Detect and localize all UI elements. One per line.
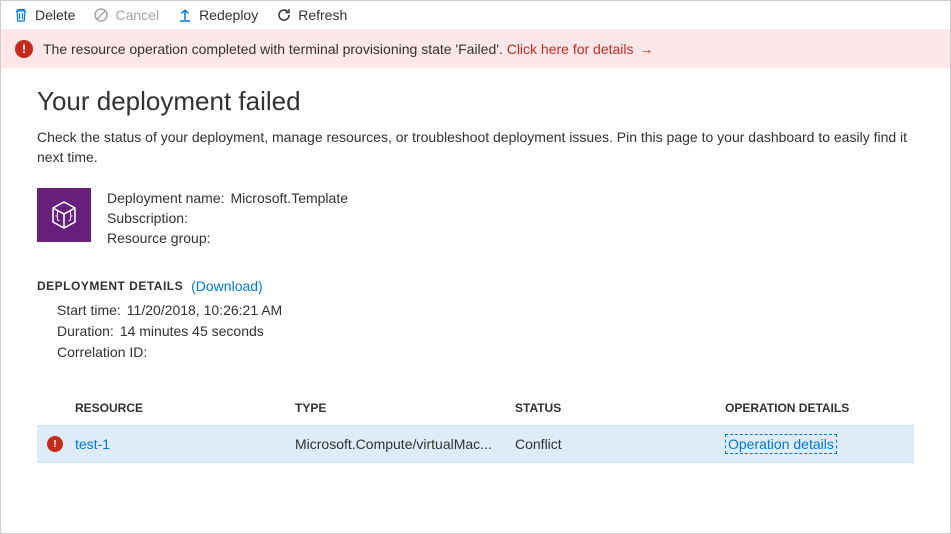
col-type-header: TYPE	[295, 401, 515, 415]
deployment-meta: { } Deployment name: Microsoft.Template …	[37, 188, 914, 249]
refresh-icon	[276, 7, 292, 23]
row-error-icon: !	[47, 436, 63, 452]
refresh-label: Refresh	[298, 7, 347, 23]
redeploy-icon	[177, 7, 193, 23]
start-time-value: 11/20/2018, 10:26:21 AM	[127, 300, 282, 321]
table-row[interactable]: ! test-1 Microsoft.Compute/virtualMac...…	[37, 425, 914, 463]
alert-details-link[interactable]: Click here for details	[507, 41, 634, 57]
delete-label: Delete	[35, 7, 75, 23]
resources-table: RESOURCE TYPE STATUS OPERATION DETAILS !…	[37, 393, 914, 463]
col-opdetails-header: OPERATION DETAILS	[725, 401, 914, 415]
deployment-details-heading: DEPLOYMENT DETAILS	[37, 279, 183, 293]
redeploy-label: Redeploy	[199, 7, 258, 23]
alert-error-icon: !	[15, 40, 33, 58]
duration-value: 14 minutes 45 seconds	[120, 321, 264, 342]
template-cube-icon: { }	[37, 188, 91, 242]
start-time-label: Start time:	[57, 300, 121, 321]
resource-group-label: Resource group:	[107, 228, 211, 248]
col-resource-header: RESOURCE	[75, 401, 295, 415]
page-subtitle: Check the status of your deployment, man…	[37, 127, 914, 168]
download-link[interactable]: (Download)	[191, 278, 263, 294]
cancel-button: Cancel	[93, 7, 159, 23]
col-status-header: STATUS	[515, 401, 725, 415]
resource-type: Microsoft.Compute/virtualMac...	[295, 436, 515, 452]
correlation-id-label: Correlation ID:	[57, 342, 147, 363]
svg-text:{ }: { }	[54, 209, 74, 222]
alert-message: The resource operation completed with te…	[43, 41, 507, 57]
refresh-button[interactable]: Refresh	[276, 7, 347, 23]
subscription-label: Subscription:	[107, 208, 188, 228]
duration-label: Duration:	[57, 321, 114, 342]
operation-details-link[interactable]: Operation details	[725, 434, 837, 454]
arrow-right-icon: →	[639, 41, 653, 57]
redeploy-button[interactable]: Redeploy	[177, 7, 258, 23]
cancel-icon	[93, 7, 109, 23]
deployment-name-label: Deployment name:	[107, 188, 225, 208]
deployment-name-value: Microsoft.Template	[231, 188, 348, 208]
resource-status: Conflict	[515, 436, 725, 452]
toolbar: Delete Cancel Redeploy Refresh	[1, 1, 950, 30]
trash-icon	[13, 7, 29, 23]
page-title: Your deployment failed	[37, 86, 914, 117]
delete-button[interactable]: Delete	[13, 7, 75, 23]
error-alert: ! The resource operation completed with …	[1, 30, 950, 68]
resource-link[interactable]: test-1	[75, 436, 110, 452]
cancel-label: Cancel	[115, 7, 159, 23]
